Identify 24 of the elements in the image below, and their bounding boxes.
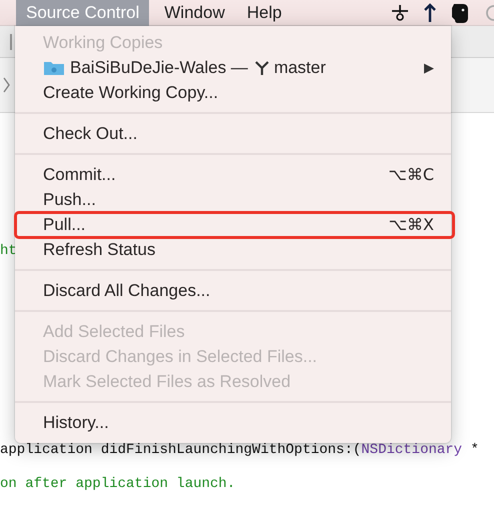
menu-item[interactable]: Pull... ⌥⌘X [15, 212, 451, 237]
menu-bar-item[interactable]: Window [154, 0, 235, 26]
menu-item[interactable]: Push... [15, 187, 451, 212]
submenu-arrow: ▶ [424, 60, 434, 76]
code-text: ht [0, 243, 17, 259]
menu-item[interactable]: BaiSiBuDeJie-Wales — master ▶ [15, 55, 451, 80]
code-line: on after application launch. [0, 475, 236, 493]
menu-item[interactable]: Refresh Status [15, 237, 451, 262]
chevron-icon [2, 75, 12, 95]
menu-bar-item[interactable]: Help [236, 0, 292, 26]
arrow-up-icon[interactable] [424, 2, 436, 22]
menu-item[interactable]: History... [15, 410, 451, 435]
code-line: application didFinishLaunchingWithOptions:(NSDictionary * [0, 441, 479, 459]
menu-item[interactable]: Check Out... [15, 121, 451, 146]
menu-item: Mark Selected Files as Resolved [42, 370, 292, 392]
menu-item[interactable]: Create Working Copy... [15, 80, 451, 105]
menu-item: Discard Changes in Selected Files... [42, 346, 318, 368]
divider-icon [10, 34, 13, 50]
menu-header: Working Copies [43, 32, 163, 52]
menu-item: Add Selected Files [42, 320, 186, 342]
menu-item[interactable]: Commit... ⌥⌘C [15, 162, 451, 187]
menu-item[interactable]: Discard All Changes... [15, 278, 451, 303]
branch-icon [254, 60, 270, 76]
folder-icon [43, 60, 65, 76]
